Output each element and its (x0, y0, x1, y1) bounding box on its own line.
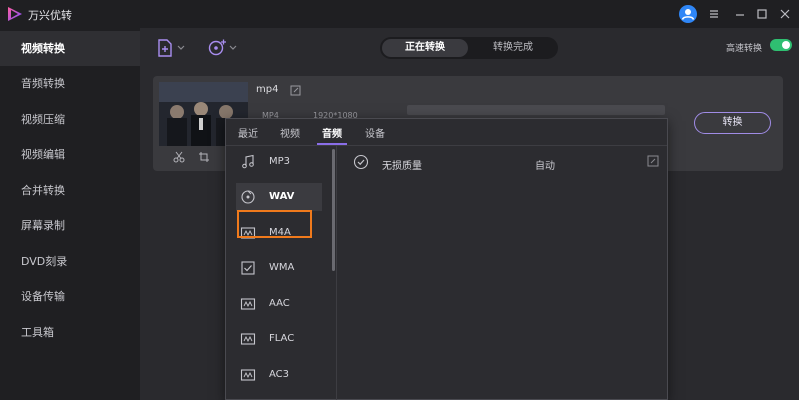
minimize-icon[interactable] (732, 6, 748, 22)
sidebar-item-video-convert[interactable]: 视频转换 (0, 31, 140, 66)
rename-edit-icon[interactable] (290, 85, 301, 96)
dd-tab-audio[interactable]: 音频 (322, 125, 342, 140)
sidebar-item-device-transfer[interactable]: 设备传输 (0, 279, 140, 314)
sidebar-item-video-edit[interactable]: 视频编辑 (0, 137, 140, 172)
sidebar-item-toolbox[interactable]: 工具箱 (0, 315, 140, 350)
target-format-bar[interactable] (407, 105, 665, 115)
sidebar-item-merge[interactable]: 合并转换 (0, 173, 140, 208)
music-note-icon (242, 154, 254, 169)
format-item-flac[interactable]: FLAC (236, 325, 322, 353)
sidebar: 视频转换 音频转换 视频压缩 视频编辑 合并转换 屏幕录制 DVD刻录 设备传输… (0, 28, 140, 400)
dd-tab-recent[interactable]: 最近 (238, 125, 258, 140)
sidebar-item-dvd-burn[interactable]: DVD刻录 (0, 244, 140, 279)
sidebar-item-screen-record[interactable]: 屏幕录制 (0, 208, 140, 243)
quality-check-icon (353, 154, 369, 170)
quality-value: 自动 (535, 161, 555, 172)
add-file-icon[interactable] (156, 38, 188, 58)
format-item-ac3[interactable]: AC3 (236, 361, 322, 389)
maximize-icon[interactable] (754, 6, 770, 22)
disc-icon (241, 190, 255, 204)
scissors-icon[interactable] (173, 151, 185, 163)
file-name: mp4 (256, 84, 279, 95)
format-item-wma[interactable]: WMA (236, 254, 322, 282)
user-avatar[interactable] (679, 5, 697, 23)
dd-tab-video[interactable]: 视频 (280, 125, 300, 140)
crop-icon[interactable] (198, 151, 210, 163)
format-item-mp3[interactable]: MP3 (236, 148, 322, 176)
quality-edit-icon[interactable] (647, 155, 659, 167)
sidebar-item-audio-convert[interactable]: 音频转换 (0, 66, 140, 101)
sidebar-item-video-compress[interactable]: 视频压缩 (0, 102, 140, 137)
format-list: MP3 WAV M4A WMA AAC FLAC AC3 (226, 146, 334, 400)
check-file-icon (241, 261, 255, 275)
format-list-scrollbar[interactable] (332, 149, 335, 271)
high-speed-label: 高速转换 (726, 44, 763, 54)
quality-name[interactable]: 无损质量 (382, 157, 422, 172)
format-item-aac[interactable]: AAC (236, 290, 322, 318)
audio-file-icon (240, 333, 256, 345)
menu-icon[interactable] (706, 6, 722, 22)
audio-file-icon (240, 298, 256, 310)
format-item-wav[interactable]: WAV (236, 183, 322, 211)
convert-button[interactable]: 转换 (694, 112, 771, 134)
convert-status-tabs: 正在转换 转换完成 (380, 37, 558, 59)
user-icon (681, 9, 695, 20)
app-logo-icon (8, 7, 22, 21)
format-dropdown: 最近 视频 音频 设备 MP3 WAV M4A WMA AAC FLAC AC3… (225, 118, 668, 400)
divider (336, 146, 337, 400)
add-dvd-icon[interactable] (207, 38, 239, 58)
high-speed-toggle[interactable] (770, 39, 792, 51)
audio-file-icon (240, 369, 256, 381)
title-bar: 万兴优转 (0, 0, 799, 28)
wav-highlight-box (237, 210, 312, 238)
app-title: 万兴优转 (28, 9, 72, 22)
tab-converting[interactable]: 正在转换 (382, 39, 468, 57)
dd-tab-device[interactable]: 设备 (365, 125, 385, 140)
close-icon[interactable] (777, 6, 793, 22)
tab-completed[interactable]: 转换完成 (470, 39, 556, 57)
